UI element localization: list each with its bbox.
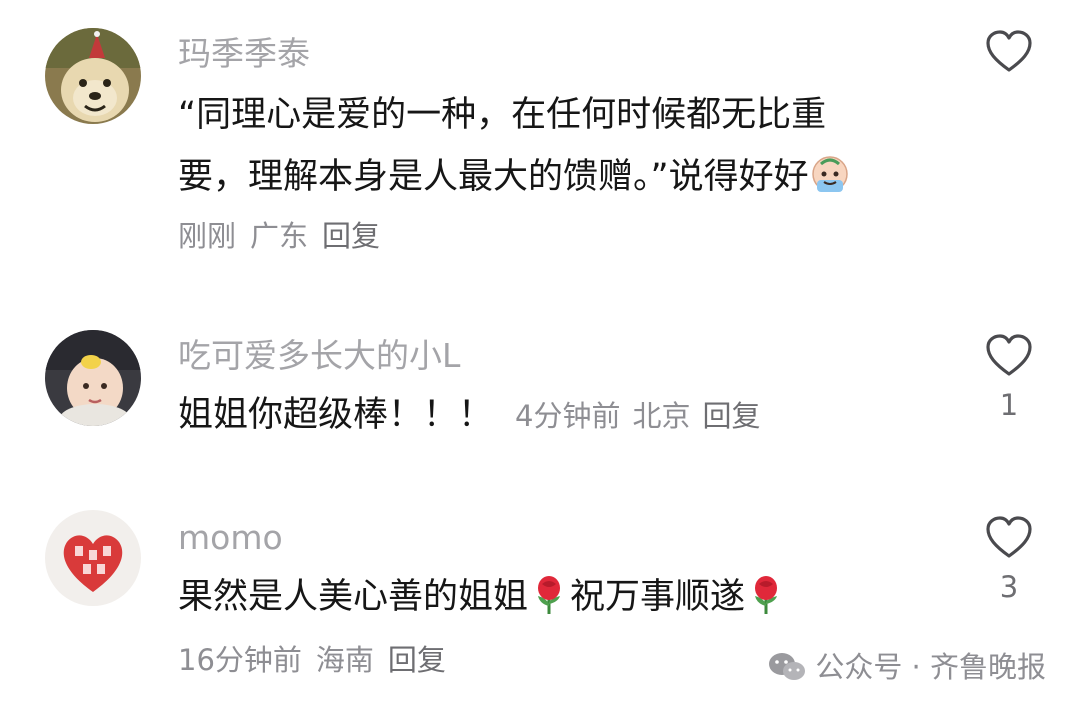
like-count: 3 <box>999 570 1019 604</box>
heart-icon <box>986 334 1032 376</box>
comment-text-line: 要，理解本身是人最大的馈赠。”说得好好 <box>178 146 938 208</box>
rose-emoji <box>528 574 570 616</box>
reply-button[interactable]: 回复 <box>702 399 760 433</box>
comment-location: 广东 <box>250 219 309 253</box>
like-button[interactable]: 1 <box>984 334 1034 422</box>
heart-icon <box>986 30 1032 72</box>
comment-meta: 16分钟前 海南 回复 <box>178 640 460 680</box>
comment-text: 祝万事顺遂 <box>570 577 746 617</box>
comment-time: 刚刚 <box>178 219 237 253</box>
comment-text-line: 果然是人美心善的姐姐 祝万事顺遂 <box>178 566 938 628</box>
comment-location: 北京 <box>632 399 691 433</box>
comment-location: 海南 <box>315 643 374 677</box>
like-count: 1 <box>999 388 1019 422</box>
comment-text: 要，理解本身是人最大的馈赠。”说得好好 <box>178 157 809 197</box>
username[interactable]: 玛季季泰 <box>178 34 310 74</box>
username[interactable]: 吃可爱多长大的小L <box>178 336 460 376</box>
comment-text: 果然是人美心善的姐姐 <box>178 577 529 617</box>
comment-time: 16分钟前 <box>178 643 302 677</box>
comment-meta: 刚刚 广东 回复 <box>178 216 394 256</box>
watermark-text: 公众号 · 齐鲁晚报 <box>815 650 1046 684</box>
avatar[interactable] <box>45 330 141 426</box>
comment-text: 姐姐你超级棒！！！ <box>178 395 494 435</box>
crying-face-emoji <box>809 154 851 196</box>
comment-text-line: 姐姐你超级棒！！！ 4分钟前 北京 回复 <box>178 384 938 447</box>
like-button[interactable]: 3 <box>984 516 1034 604</box>
comment-time: 4分钟前 <box>515 399 621 433</box>
comment-item: 玛季季泰 “同理心是爱的一种，在任何时候都无比重 要，理解本身是人最大的馈赠。”… <box>0 0 1080 290</box>
wechat-icon <box>767 651 807 690</box>
comment-meta: 4分钟前 北京 回复 <box>515 399 772 433</box>
reply-button[interactable]: 回复 <box>322 219 380 253</box>
avatar[interactable] <box>45 28 141 124</box>
rose-emoji <box>745 574 787 616</box>
heart-icon <box>986 516 1032 558</box>
comment-text-line: “同理心是爱的一种，在任何时候都无比重 <box>178 95 827 135</box>
like-button[interactable] <box>984 30 1034 74</box>
avatar[interactable] <box>45 510 141 606</box>
watermark: 公众号 · 齐鲁晚报 <box>767 644 1046 690</box>
username[interactable]: momo <box>178 518 283 558</box>
reply-button[interactable]: 回复 <box>388 643 446 677</box>
